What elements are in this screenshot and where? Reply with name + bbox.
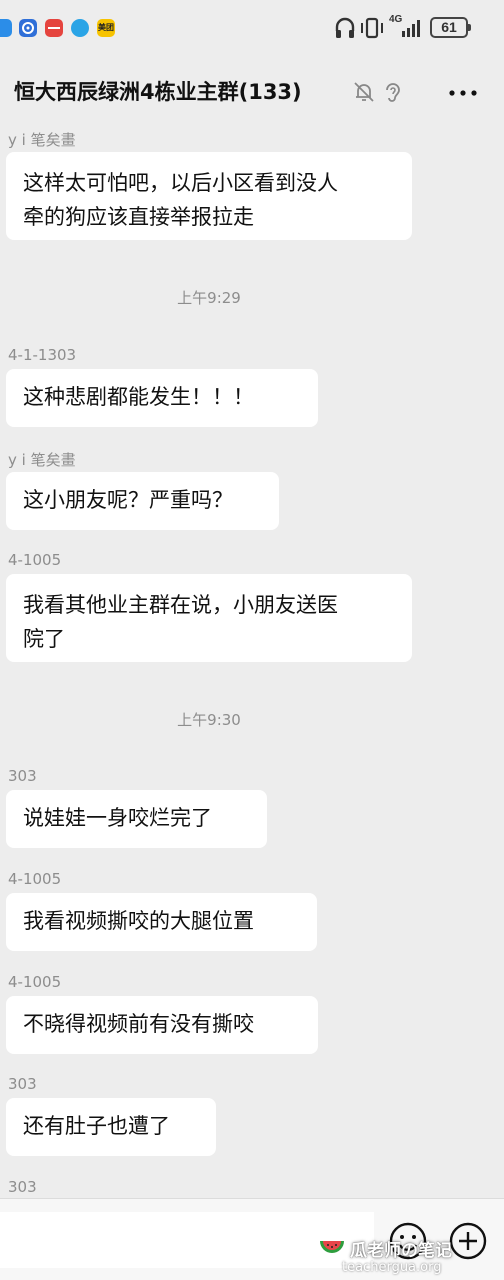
vibrate-icon	[361, 17, 383, 39]
status-bar: 美团 4G 61	[0, 0, 504, 56]
chat-header: 恒大西辰绿洲4栋业主群(133)	[0, 60, 504, 124]
meituan-app-icon: 美团	[97, 19, 115, 37]
signal-icon	[402, 20, 420, 37]
message-text: 院了	[23, 627, 65, 651]
timestamp: 上午9:29	[177, 289, 241, 307]
message-sender: 303	[8, 1075, 37, 1093]
message-sender: 303	[8, 1178, 37, 1196]
message-sender: 4-1-1303	[8, 346, 77, 364]
message-text: 这小朋友呢？严重吗？	[23, 488, 233, 512]
message-bubble[interactable]: 这样太可怕吧，以后小区看到没人 牵的狗应该直接举报拉走	[6, 152, 412, 240]
watermelon-icon	[320, 1241, 344, 1253]
message-sender: y i 笔矣畫	[8, 131, 76, 149]
bell-muted-icon	[354, 82, 374, 102]
message-sender: 4-1005	[8, 870, 62, 888]
message-sender: y i 笔矣畫	[8, 451, 76, 469]
watermark-url: teachergua.org	[342, 1260, 442, 1275]
message-bubble[interactable]: 这种悲剧都能发生！！！	[6, 369, 318, 427]
red-app-icon	[45, 19, 63, 37]
message-text: 这种悲剧都能发生！！！	[23, 385, 254, 409]
browser-app-icon	[0, 19, 12, 37]
headphones-icon	[335, 17, 355, 38]
watermark: 瓜老师の笔记 teachergua.org	[318, 1236, 504, 1280]
message-sender: 303	[8, 767, 37, 785]
message-sender: 4-1005	[8, 551, 62, 569]
message-text: 说娃娃一身咬烂完了	[23, 806, 212, 830]
message-bubble[interactable]: 还有肚子也遭了	[6, 1098, 216, 1156]
chat-title[interactable]: 恒大西辰绿洲4栋业主群(133)	[14, 76, 302, 106]
timestamp: 上午9:30	[177, 711, 241, 729]
ear-icon	[386, 83, 400, 102]
message-text: 我看其他业主群在说，小朋友送医	[23, 593, 338, 617]
message-bubble[interactable]: 我看其他业主群在说，小朋友送医 院了	[6, 574, 412, 662]
message-bubble[interactable]: 我看视频撕咬的大腿位置	[6, 893, 317, 951]
compass-app-icon	[19, 19, 37, 37]
battery-indicator: 61	[430, 17, 471, 38]
more-icon[interactable]	[446, 78, 480, 108]
watermark-text: 瓜老师の笔记	[350, 1241, 452, 1261]
bird-app-icon	[71, 19, 89, 37]
message-text: 这样太可怕吧，以后小区看到没人	[23, 171, 338, 195]
message-text: 不晓得视频前有没有撕咬	[23, 1012, 254, 1036]
message-text: 我看视频撕咬的大腿位置	[23, 909, 254, 933]
message-text: 还有肚子也遭了	[23, 1114, 170, 1138]
message-bubble[interactable]: 说娃娃一身咬烂完了	[6, 790, 267, 848]
message-sender: 4-1005	[8, 973, 62, 991]
message-text: 牵的狗应该直接举报拉走	[23, 205, 254, 229]
message-bubble[interactable]: 这小朋友呢？严重吗？	[6, 472, 279, 530]
message-bubble[interactable]: 不晓得视频前有没有撕咬	[6, 996, 318, 1054]
